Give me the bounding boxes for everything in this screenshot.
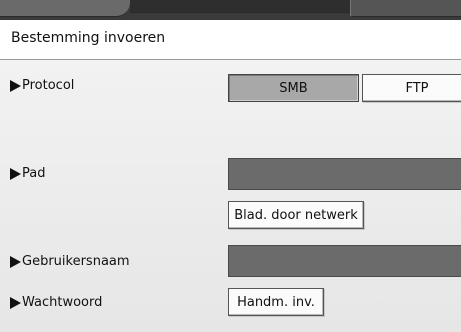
arrow-right-icon — [10, 79, 21, 92]
browse-network-label: Blad. door netwerk — [234, 207, 358, 223]
arrow-right-icon — [10, 167, 21, 180]
protocol-label: Protocol — [10, 78, 74, 93]
top-tab-middle — [130, 0, 350, 13]
destination-form: Protocol SMB FTP Pad Blad. door netwerk … — [0, 60, 461, 332]
page-title: Bestemming invoeren — [11, 30, 166, 46]
username-label-text: Gebruikersnaam — [22, 254, 130, 269]
path-label: Pad — [10, 166, 45, 181]
title-bar: Bestemming invoeren — [0, 20, 461, 60]
password-label-text: Wachtwoord — [22, 295, 103, 310]
path-label-text: Pad — [22, 166, 46, 181]
username-label: Gebruikersnaam — [10, 254, 130, 269]
password-label: Wachtwoord — [10, 295, 102, 310]
protocol-ftp-label: FTP — [405, 80, 429, 96]
protocol-ftp-button[interactable]: FTP — [362, 74, 461, 102]
path-input[interactable] — [228, 158, 461, 190]
top-bezel — [0, 0, 461, 20]
top-tab-right — [350, 0, 461, 17]
protocol-smb-button[interactable]: SMB — [228, 74, 359, 102]
manual-input-button[interactable]: Handm. inv. — [228, 288, 324, 316]
manual-input-label: Handm. inv. — [237, 294, 315, 310]
username-input[interactable] — [228, 245, 461, 277]
top-tab-left — [0, 0, 130, 17]
protocol-smb-label: SMB — [279, 80, 308, 96]
protocol-label-text: Protocol — [22, 78, 75, 93]
browse-network-button[interactable]: Blad. door netwerk — [228, 201, 364, 229]
arrow-right-icon — [10, 255, 21, 268]
screen: Bestemming invoeren Protocol SMB FTP Pad… — [0, 0, 461, 332]
arrow-right-icon — [10, 296, 21, 309]
